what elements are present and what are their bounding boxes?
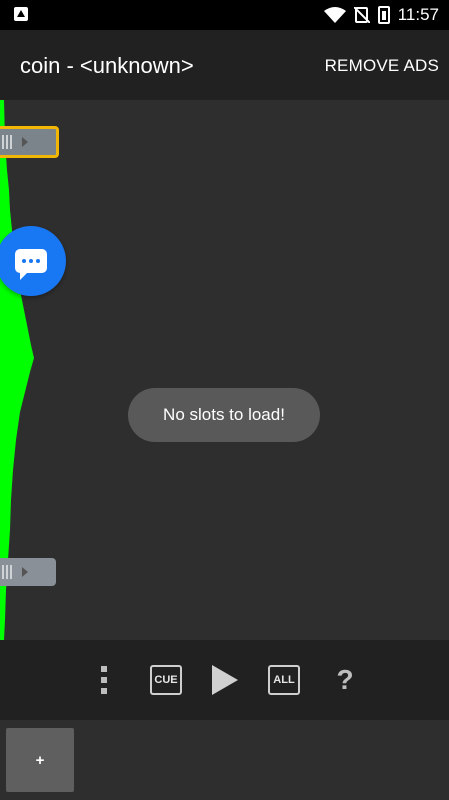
slot-bar: + [0, 720, 449, 800]
playback-controls: CUE ALL ? [0, 640, 449, 720]
no-sim-icon [353, 7, 370, 23]
page-title: coin - <unknown> [20, 53, 194, 78]
grip-icon [2, 565, 12, 579]
toast-message: No slots to load! [128, 388, 320, 442]
loop-start-handle[interactable] [0, 126, 59, 158]
wifi-icon [323, 7, 346, 23]
clock: 11:57 [397, 5, 439, 24]
help-button[interactable]: ? [332, 656, 358, 704]
a-notification-icon [14, 7, 28, 21]
chat-icon [15, 249, 47, 280]
battery-charging-icon [377, 6, 390, 24]
waveform-area[interactable] [0, 100, 449, 640]
chat-bubble-button[interactable] [0, 226, 66, 296]
arrow-right-icon [22, 137, 28, 147]
grip-icon [2, 135, 12, 149]
status-bar: 11:57 [0, 0, 449, 30]
remove-ads-button[interactable]: REMOVE ADS [325, 56, 439, 76]
more-options-icon[interactable] [94, 656, 114, 704]
cue-button[interactable]: CUE [150, 656, 182, 704]
app-bar: coin - <unknown> REMOVE ADS [0, 30, 449, 100]
all-button[interactable]: ALL [268, 656, 300, 704]
play-icon [212, 665, 238, 695]
add-slot-button[interactable]: + [6, 728, 74, 792]
loop-end-handle[interactable] [0, 558, 56, 586]
play-button[interactable] [208, 656, 242, 704]
arrow-right-icon [22, 567, 28, 577]
